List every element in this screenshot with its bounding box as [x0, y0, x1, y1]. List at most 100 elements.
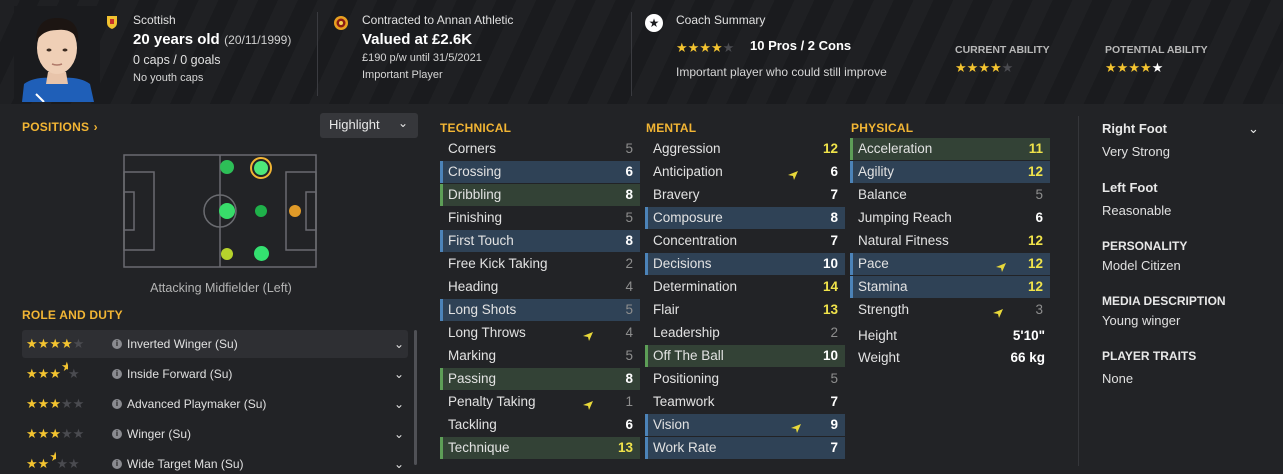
height-value: 5'10" — [1012, 328, 1045, 343]
info-icon[interactable]: i — [112, 429, 122, 439]
position-dot-dmr[interactable] — [254, 246, 269, 261]
positions-header[interactable]: POSITIONS › — [22, 118, 98, 136]
attribute-row[interactable]: Acceleration 11 — [850, 138, 1050, 160]
caps-goals: 0 caps / 0 goals — [133, 53, 221, 67]
position-dot-dml[interactable] — [221, 248, 233, 260]
coach-summary-title: Coach Summary — [676, 13, 766, 27]
position-dot-amc[interactable] — [219, 203, 235, 219]
attribute-row[interactable]: Bravery 7 — [645, 184, 845, 206]
current-ability-stars: ★★★★★ — [955, 60, 1014, 75]
highlight-dropdown[interactable]: Highlight ⌄ — [320, 113, 418, 138]
attribute-row[interactable]: Aggression 12 — [645, 138, 845, 160]
attribute-row[interactable]: Leadership 2 — [645, 322, 845, 344]
attribute-name: Work Rate — [653, 440, 717, 455]
attribute-name: Tackling — [448, 417, 497, 432]
attribute-row[interactable]: Vision 9 — [645, 414, 845, 436]
role-row[interactable]: ★★★★★ i Advanced Playmaker (Su) ⌄ — [22, 390, 408, 418]
chevron-right-icon: › — [93, 120, 98, 134]
attribute-row[interactable]: Technique 13 — [440, 437, 640, 459]
attribute-row[interactable]: Concentration 7 — [645, 230, 845, 252]
chevron-down-icon[interactable]: ⌄ — [394, 390, 404, 418]
position-dot-ml[interactable] — [254, 161, 268, 175]
attribute-row[interactable]: Strength 3 — [850, 299, 1050, 321]
attribute-row[interactable]: Agility 12 — [850, 161, 1050, 183]
pros-cons[interactable]: 10 Pros / 2 Cons — [750, 38, 851, 53]
chevron-down-icon[interactable]: ⌄ — [394, 330, 404, 358]
trend-arrow-icon — [992, 304, 1004, 318]
attribute-row[interactable]: Jumping Reach 6 — [850, 207, 1050, 229]
attribute-row[interactable]: Passing 8 — [440, 368, 640, 390]
role-row[interactable]: ★★★★★ i Inside Forward (Su) ⌄ — [22, 360, 408, 388]
attribute-row[interactable]: Corners 5 — [440, 138, 640, 160]
attribute-row[interactable]: Off The Ball 10 — [645, 345, 845, 367]
attribute-value: 13 — [822, 302, 838, 317]
role-name: Winger (Su) — [127, 427, 192, 441]
attribute-row[interactable]: Penalty Taking 1 — [440, 391, 640, 413]
attribute-row[interactable]: Positioning 5 — [645, 368, 845, 390]
attribute-row[interactable]: Stamina 12 — [850, 276, 1050, 298]
attribute-value: 5 — [1035, 187, 1043, 202]
chevron-down-icon[interactable]: ⌄ — [394, 450, 404, 474]
chevron-down-icon[interactable]: ⌄ — [394, 420, 404, 448]
info-icon[interactable]: i — [112, 459, 122, 469]
role-name: Advanced Playmaker (Su) — [127, 397, 267, 411]
attribute-value: 8 — [625, 371, 633, 386]
attribute-name: Bravery — [653, 187, 700, 202]
side-divider — [1078, 116, 1079, 466]
attribute-name: Finishing — [448, 210, 503, 225]
date-of-birth: (20/11/1999) — [224, 33, 292, 47]
attribute-row[interactable]: Crossing 6 — [440, 161, 640, 183]
attribute-row[interactable]: Heading 4 — [440, 276, 640, 298]
attribute-row[interactable]: Work Rate 7 — [645, 437, 845, 459]
attribute-row[interactable]: Determination 14 — [645, 276, 845, 298]
chevron-down-icon[interactable]: ⌄ — [1248, 121, 1259, 137]
attribute-name: Free Kick Taking — [448, 256, 548, 271]
roles-scrollbar[interactable] — [414, 330, 417, 465]
height-label: Height — [858, 328, 898, 343]
role-name: Inverted Winger (Su) — [127, 337, 238, 351]
attribute-row[interactable]: Flair 13 — [645, 299, 845, 321]
attribute-row[interactable]: First Touch 8 — [440, 230, 640, 252]
info-icon[interactable]: i — [112, 369, 122, 379]
attribute-name: Penalty Taking — [448, 394, 536, 409]
trend-arrow-icon — [787, 166, 799, 180]
role-row[interactable]: ★★★★★ i Inverted Winger (Su) ⌄ — [22, 330, 408, 358]
squad-status: Important Player — [362, 69, 443, 81]
attribute-row[interactable]: Free Kick Taking 2 — [440, 253, 640, 275]
attribute-row[interactable]: Tackling 6 — [440, 414, 640, 436]
attribute-name: Crossing — [448, 164, 502, 179]
attribute-name: Aggression — [653, 141, 721, 156]
position-dot-mc[interactable] — [255, 205, 267, 217]
attribute-row[interactable]: Teamwork 7 — [645, 391, 845, 413]
attribute-row[interactable]: Balance 5 — [850, 184, 1050, 206]
attribute-row[interactable]: Long Shots 5 — [440, 299, 640, 321]
attribute-row[interactable]: Natural Fitness 12 — [850, 230, 1050, 252]
attribute-row[interactable]: Dribbling 8 — [440, 184, 640, 206]
media-description-value: Young winger — [1102, 313, 1181, 328]
attribute-row[interactable]: Composure 8 — [645, 207, 845, 229]
attribute-row[interactable]: Decisions 10 — [645, 253, 845, 275]
attribute-name: Vision — [653, 417, 690, 432]
role-name: Wide Target Man (Su) — [127, 457, 244, 471]
attribute-name: Corners — [448, 141, 497, 156]
role-stars: ★★★★★ — [26, 336, 85, 351]
chevron-down-icon[interactable]: ⌄ — [394, 360, 404, 388]
position-dot-aml[interactable] — [220, 160, 234, 174]
info-icon[interactable]: i — [112, 339, 122, 349]
info-icon[interactable]: i — [112, 399, 122, 409]
contract-line[interactable]: Contracted to Annan Athletic — [362, 13, 513, 27]
attribute-row[interactable]: Pace 12 — [850, 253, 1050, 275]
attribute-name: Long Shots — [448, 302, 517, 317]
attribute-name: Dribbling — [448, 187, 502, 202]
attribute-name: Heading — [448, 279, 499, 294]
attribute-row[interactable]: Marking 5 — [440, 345, 640, 367]
role-row[interactable]: ★★★★★ i Winger (Su) ⌄ — [22, 420, 408, 448]
attribute-row[interactable]: Finishing 5 — [440, 207, 640, 229]
attribute-value: 5 — [830, 371, 838, 386]
position-dot-st[interactable] — [289, 205, 301, 217]
role-row[interactable]: ★★★★★ i Wide Target Man (Su) ⌄ — [22, 450, 408, 474]
attribute-value: 5 — [625, 302, 633, 317]
attribute-row[interactable]: Long Throws 4 — [440, 322, 640, 344]
player-traits-value: None — [1102, 371, 1134, 386]
attribute-row[interactable]: Anticipation 6 — [645, 161, 845, 183]
